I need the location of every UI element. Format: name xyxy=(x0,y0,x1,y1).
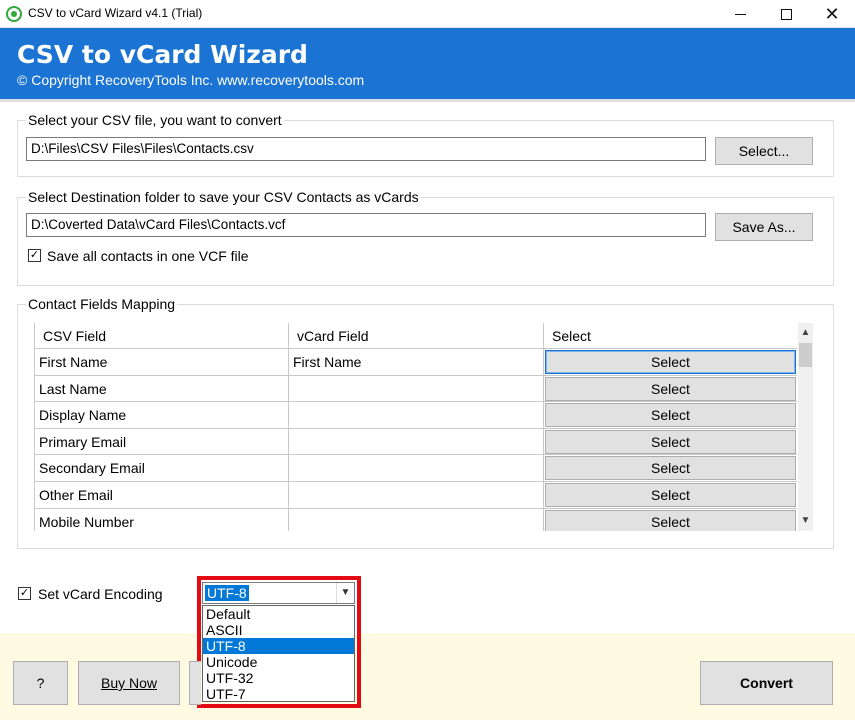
source-group-label: Select your CSV file, you want to conver… xyxy=(26,112,284,128)
buy-now-label: Buy Now xyxy=(100,675,158,691)
copyright-text: © Copyright RecoveryTools Inc. www.recov… xyxy=(17,72,365,88)
map-select-button[interactable]: Select xyxy=(545,456,796,481)
close-button[interactable]: ✕ xyxy=(809,0,855,28)
map-select-button[interactable]: Select xyxy=(545,429,796,454)
map-select-button[interactable]: Select xyxy=(545,403,796,428)
encoding-option[interactable]: UTF-32 xyxy=(203,670,354,686)
csv-field-cell: First Name xyxy=(35,349,289,376)
scroll-up-icon[interactable]: ▲ xyxy=(798,325,813,341)
encoding-selected-value: UTF-8 xyxy=(205,585,249,601)
csv-field-cell: Last Name xyxy=(35,375,289,403)
encoding-option[interactable]: UTF-8 xyxy=(203,638,354,654)
scroll-thumb[interactable] xyxy=(799,343,812,367)
csv-field-cell: Secondary Email xyxy=(35,455,289,482)
csv-field-cell: Other Email xyxy=(35,482,289,509)
mapping-table: CSV Field vCard Field Select First Name F… xyxy=(34,323,797,531)
csv-field-cell: Primary Email xyxy=(35,428,289,456)
app-icon xyxy=(6,6,22,22)
close-icon: ✕ xyxy=(824,3,840,24)
table-row: Secondary Email Select xyxy=(35,455,797,482)
hidden-button-edge xyxy=(189,661,201,705)
checkmark-icon: ✓ xyxy=(19,587,30,599)
scroll-down-icon[interactable]: ▼ xyxy=(798,513,813,529)
convert-button[interactable]: Convert xyxy=(700,661,833,705)
minimize-button[interactable] xyxy=(717,0,763,28)
map-select-button[interactable]: Select xyxy=(545,509,796,531)
map-select-button[interactable]: Select xyxy=(545,483,796,507)
save-as-button[interactable]: Save As... xyxy=(715,213,813,241)
column-header-csv: CSV Field xyxy=(35,323,289,349)
minimize-icon xyxy=(734,13,746,15)
header-banner: CSV to vCard Wizard © Copyright Recovery… xyxy=(0,28,855,101)
mapping-group-label: Contact Fields Mapping xyxy=(26,296,178,312)
title-bar: CSV to vCard Wizard v4.1 (Trial) ✕ xyxy=(0,0,855,28)
table-row: Display Name Select xyxy=(35,402,797,429)
map-select-button[interactable]: Select xyxy=(545,350,796,374)
encoding-option[interactable]: ASCII xyxy=(203,622,354,638)
vcard-field-cell[interactable] xyxy=(289,402,544,429)
banner-divider xyxy=(0,99,855,102)
vcard-field-cell[interactable] xyxy=(289,455,544,482)
encoding-select[interactable]: UTF-8 ▼ xyxy=(202,582,355,604)
table-scrollbar[interactable]: ▲ ▼ xyxy=(798,323,813,531)
chevron-down-icon[interactable]: ▼ xyxy=(336,583,354,603)
column-header-vcard: vCard Field xyxy=(289,323,544,349)
table-row: First Name First Name Select xyxy=(35,349,797,376)
encoding-option[interactable]: Unicode xyxy=(203,654,354,670)
maximize-icon xyxy=(780,8,792,20)
vcf-path-input[interactable]: D:\Coverted Data\vCard Files\Contacts.vc… xyxy=(26,213,706,237)
column-header-select: Select xyxy=(544,323,797,349)
csv-field-cell: Mobile Number xyxy=(35,508,289,531)
single-vcf-label: Save all contacts in one VCF file xyxy=(47,248,249,264)
table-row: Primary Email Select xyxy=(35,428,797,456)
table-header: CSV Field vCard Field Select xyxy=(35,323,797,349)
vcard-field-cell[interactable] xyxy=(289,375,544,403)
table-row: Other Email Select xyxy=(35,482,797,509)
encoding-option[interactable]: UTF-7 xyxy=(203,686,354,702)
vcard-field-cell[interactable] xyxy=(289,508,544,531)
maximize-button[interactable] xyxy=(763,0,809,28)
table-row: Last Name Select xyxy=(35,375,797,403)
help-button[interactable]: ? xyxy=(13,661,68,705)
destination-group-label: Select Destination folder to save your C… xyxy=(26,189,421,205)
single-vcf-checkbox[interactable]: ✓ xyxy=(28,249,41,262)
destination-group xyxy=(17,197,834,286)
encoding-checkbox[interactable]: ✓ xyxy=(18,587,31,600)
encoding-option[interactable]: Default xyxy=(203,606,354,622)
encoding-dropdown-list: Default ASCII UTF-8 Unicode UTF-32 UTF-7 xyxy=(202,605,355,702)
select-file-button[interactable]: Select... xyxy=(715,137,813,165)
table-row: Mobile Number Select xyxy=(35,508,797,531)
csv-field-cell: Display Name xyxy=(35,402,289,429)
vcard-field-cell[interactable] xyxy=(289,428,544,456)
checkmark-icon: ✓ xyxy=(29,249,40,261)
app-heading: CSV to vCard Wizard xyxy=(17,40,308,69)
vcard-field-cell[interactable]: First Name xyxy=(289,349,544,376)
map-select-button[interactable]: Select xyxy=(545,376,796,401)
csv-path-input[interactable]: D:\Files\CSV Files\Files\Contacts.csv xyxy=(26,137,706,161)
window-title: CSV to vCard Wizard v4.1 (Trial) xyxy=(28,6,203,20)
vcard-field-cell[interactable] xyxy=(289,482,544,509)
buy-now-button[interactable]: Buy Now xyxy=(78,661,180,705)
encoding-label: Set vCard Encoding xyxy=(38,586,163,602)
